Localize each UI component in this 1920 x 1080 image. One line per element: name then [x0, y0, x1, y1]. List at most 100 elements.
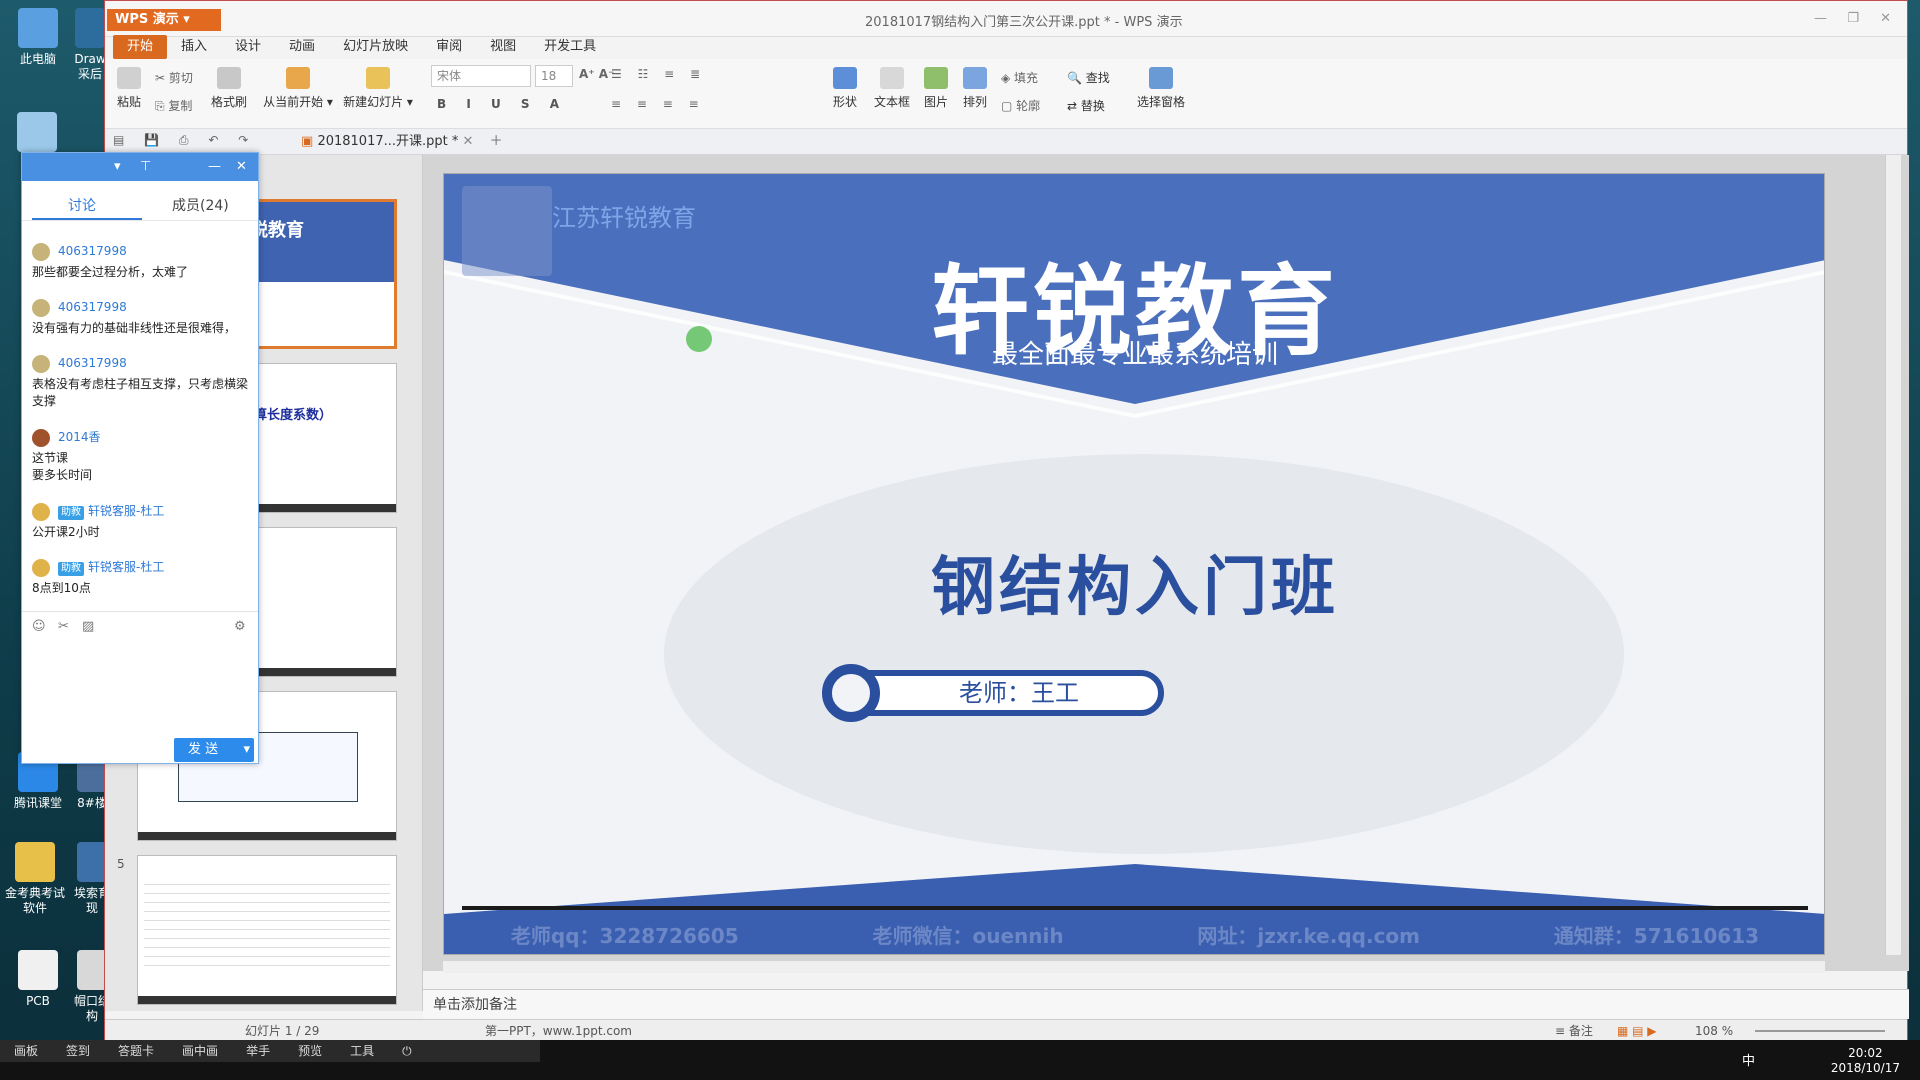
system-clock[interactable]: 20:02 2018/10/17 — [1831, 1046, 1900, 1076]
quick-access-toolbar: ▤ 💾 ⎙ ↶ ↷ ▣ 20181017...开课.ppt * ✕ ＋ — [105, 129, 1907, 155]
fill-button[interactable]: ◈ 填充 — [1001, 69, 1038, 86]
chat-input[interactable] — [22, 643, 258, 733]
status-bar: 幻灯片 1 / 29 第一PPT，www.1ppt.com ≡ 备注 ▦ ▤ ▶… — [105, 1019, 1907, 1041]
toolbar-answer-card[interactable]: 答题卡 — [104, 1040, 168, 1062]
shape-icon — [833, 67, 857, 89]
view-buttons[interactable]: ▦ ▤ ▶ — [1617, 1020, 1657, 1042]
list-format-icons[interactable]: ☰ ☷ ≡ ≣ — [611, 67, 706, 81]
send-button[interactable]: 发 送 ▾ — [174, 738, 254, 762]
file-icon — [77, 842, 107, 882]
format-painter-button[interactable]: 格式刷 — [209, 67, 249, 110]
ime-indicator[interactable]: 中 — [1742, 1050, 1755, 1069]
chat-message: 406317998 没有强有力的基础非线性还是很难得， — [32, 299, 237, 335]
recycle-bin-icon[interactable] — [17, 112, 57, 152]
tab-animation[interactable]: 动画 — [275, 35, 329, 59]
font-style-buttons[interactable]: B I U S A — [437, 97, 567, 111]
gear-icon[interactable]: ⚙ — [234, 619, 246, 634]
from-current-slide-button[interactable]: 从当前开始 ▾ — [263, 67, 333, 110]
chevron-down-icon[interactable]: ▾ — [243, 738, 250, 762]
chat-message: 406317998 那些都要全过程分析，太难了 — [32, 243, 189, 279]
maximize-icon[interactable]: ❐ — [1847, 11, 1859, 26]
paste-icon — [117, 67, 141, 89]
pin-icon[interactable]: ⊤ — [140, 159, 151, 174]
avatar — [32, 355, 50, 373]
desktop-icon-this-pc[interactable]: 此电脑 — [3, 8, 73, 67]
classroom-toolbar: 画板 签到 答题卡 画中画 举手 预览 工具 ⏻ — [0, 1040, 540, 1062]
vertical-scrollbar[interactable] — [1885, 155, 1901, 955]
toolbar-checkin[interactable]: 签到 — [52, 1040, 104, 1062]
tab-discussion[interactable]: 讨论 — [68, 195, 96, 215]
paste-button[interactable]: 粘贴 — [113, 67, 145, 110]
replace-button[interactable]: ⇄ 替换 — [1067, 97, 1105, 114]
image-icon[interactable]: ▨ — [82, 619, 94, 634]
theme-name: 第一PPT，www.1ppt.com — [485, 1024, 632, 1038]
close-icon[interactable]: ✕ — [1880, 11, 1891, 26]
tab-insert[interactable]: 插入 — [167, 35, 221, 59]
close-tab-icon[interactable]: ✕ — [463, 134, 474, 149]
slide-subtitle: 最全面最专业最系统培训 — [991, 340, 1278, 370]
quick-access-icons[interactable]: ▤ 💾 ⎙ ↶ ↷ — [113, 133, 256, 148]
avatar — [32, 299, 50, 317]
close-icon[interactable]: ✕ — [236, 159, 247, 174]
align-icons[interactable]: ≡ ≡ ≡ ≡ — [611, 97, 705, 111]
slide-canvas[interactable]: 江苏轩锐教育 轩锐教育 最全面最专业最系统培训 钢结构入门班 老师：王工 老师q… — [443, 173, 1825, 955]
font-name-select[interactable]: 宋体 — [431, 65, 531, 87]
tab-developer[interactable]: 开发工具 — [530, 35, 610, 59]
tab-home[interactable]: 开始 — [113, 35, 168, 59]
tab-review[interactable]: 审阅 — [422, 35, 476, 59]
toolbar-tools[interactable]: 工具 — [336, 1040, 388, 1062]
play-slide-icon — [286, 67, 310, 89]
chevron-down-icon[interactable]: ▾ — [114, 159, 121, 174]
tab-view[interactable]: 视图 — [476, 35, 530, 59]
selection-pane-button[interactable]: 选择窗格 — [1133, 67, 1189, 110]
new-slide-button[interactable]: 新建幻灯片 ▾ — [343, 67, 413, 110]
font-size-select[interactable]: 18 — [535, 65, 573, 87]
textbox-button[interactable]: 文本框 — [869, 67, 915, 110]
outline-button[interactable]: ▢ 轮廓 — [1001, 97, 1040, 114]
scissors-icon[interactable]: ✂ — [58, 619, 69, 634]
ribbon: 粘贴 ✂ 剪切 ⎘ 复制 格式刷 从当前开始 ▾ 新建幻灯片 ▾ 宋体 18 A… — [105, 59, 1907, 129]
title-bar: WPS 演示 ▾ 20181017钢结构入门第三次公开课.ppt * - WPS… — [105, 1, 1907, 37]
document-title: 20181017钢结构入门第三次公开课.ppt * - WPS 演示 — [865, 15, 1183, 30]
new-tab-icon[interactable]: ＋ — [490, 134, 503, 149]
gear-icon — [822, 664, 880, 722]
desktop-icon-exam-software[interactable]: 金考典考试软件 — [0, 842, 70, 916]
slide-counter: 幻灯片 1 / 29 — [245, 1024, 320, 1038]
wps-app-menu-button[interactable]: WPS 演示 ▾ — [107, 9, 221, 31]
tab-members[interactable]: 成员(24) — [172, 195, 229, 215]
divider — [22, 611, 258, 612]
horizontal-scrollbar[interactable] — [443, 961, 1825, 973]
desktop-icon-pcb[interactable]: PCB — [3, 950, 73, 1009]
ribbon-tabs: 开始 插入 设计 动画 幻灯片放映 审阅 视图 开发工具 — [105, 35, 1907, 59]
toolbar-raise-hand[interactable]: 举手 — [232, 1040, 284, 1062]
copy-button[interactable]: ⎘ 复制 — [155, 97, 192, 114]
picture-button[interactable]: 图片 — [919, 67, 953, 110]
tab-slideshow[interactable]: 幻灯片放映 — [329, 35, 422, 59]
toolbar-pip[interactable]: 画中画 — [168, 1040, 232, 1062]
exam-software-icon — [15, 842, 55, 882]
app-icon — [75, 8, 105, 48]
document-icon — [77, 950, 107, 990]
toolbar-whiteboard[interactable]: 画板 — [0, 1040, 52, 1062]
grow-font-icon[interactable]: A⁺ A⁻ — [579, 67, 614, 81]
zoom-slider[interactable] — [1755, 1030, 1885, 1032]
shape-button[interactable]: 形状 — [825, 67, 865, 110]
slide-edit-area: 江苏轩锐教育 轩锐教育 最全面最专业最系统培训 钢结构入门班 老师：王工 老师q… — [423, 155, 1909, 973]
notes-area[interactable]: 单击添加备注 — [423, 989, 1909, 1019]
textbox-icon — [880, 67, 904, 89]
find-button[interactable]: 🔍 查找 — [1067, 69, 1110, 86]
arrange-button[interactable]: 排列 — [957, 67, 993, 110]
tab-design[interactable]: 设计 — [221, 35, 275, 59]
toolbar-preview[interactable]: 预览 — [284, 1040, 336, 1062]
course-title: 钢结构入门班 — [931, 551, 1339, 625]
emoji-icon[interactable]: ☺ — [32, 619, 46, 634]
power-icon[interactable]: ⏻ — [388, 1040, 426, 1062]
notes-toggle[interactable]: ≡ 备注 — [1555, 1020, 1593, 1042]
minimize-icon[interactable]: — — [208, 159, 221, 174]
chat-header: ▾ ⊤ — ✕ — [22, 153, 258, 181]
minimize-icon[interactable]: — — [1814, 11, 1827, 26]
document-tab[interactable]: ▣ 20181017...开课.ppt * ✕ ＋ — [301, 132, 503, 152]
picture-icon — [924, 67, 948, 89]
cut-button[interactable]: ✂ 剪切 — [155, 69, 193, 86]
slide-thumbnail[interactable] — [137, 855, 397, 1005]
